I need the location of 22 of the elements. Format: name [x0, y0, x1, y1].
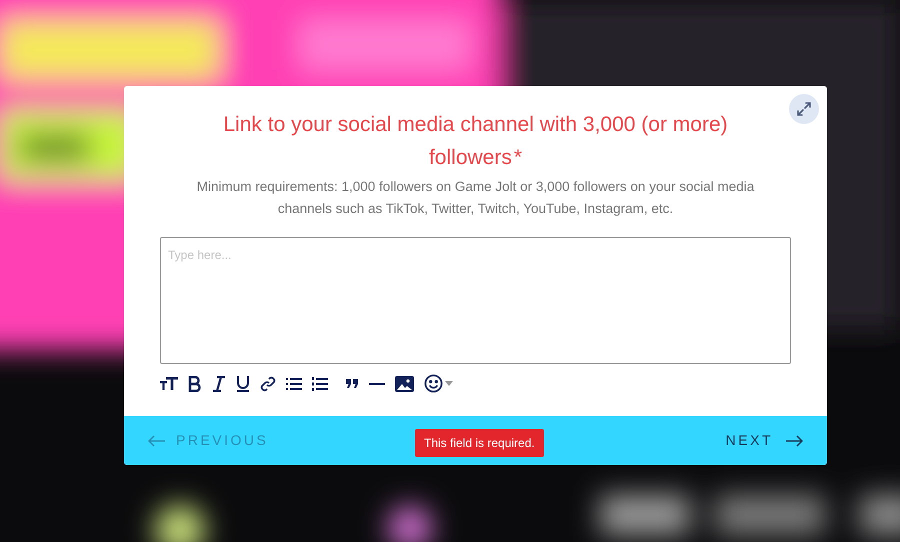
text-size-icon[interactable] [160, 376, 178, 390]
italic-icon[interactable] [212, 376, 226, 392]
expand-icon [796, 101, 812, 117]
underline-icon[interactable] [236, 375, 250, 392]
numbered-list-icon[interactable] [312, 376, 328, 390]
description-text: Minimum requirements: 1,000 followers on Game Jolt or 3,000 followers on your social media channels such as TikTok, Twitter, Twitch, YouTube, Instagram, etc. [196, 178, 756, 218]
text-area[interactable]: Type here... [160, 237, 791, 364]
question-title: Link to your social media channel with 3,000 (or more) followers* [222, 112, 729, 171]
quote-icon[interactable] [346, 379, 359, 388]
caret-icon [445, 381, 453, 386]
image-icon[interactable] [395, 376, 414, 392]
expand-button[interactable] [789, 94, 819, 124]
error-message: This field is required. [415, 429, 544, 457]
emoji-picker[interactable] [424, 374, 453, 393]
arrow-left-icon [148, 434, 166, 446]
link-icon[interactable] [260, 376, 276, 392]
next-button[interactable]: NEXT [726, 430, 803, 451]
smiley-icon [424, 374, 443, 393]
horizontal-rule-icon[interactable] [369, 382, 385, 384]
bold-icon[interactable] [188, 376, 202, 392]
arrow-right-icon [785, 434, 803, 446]
bullet-list-icon[interactable] [286, 376, 302, 390]
